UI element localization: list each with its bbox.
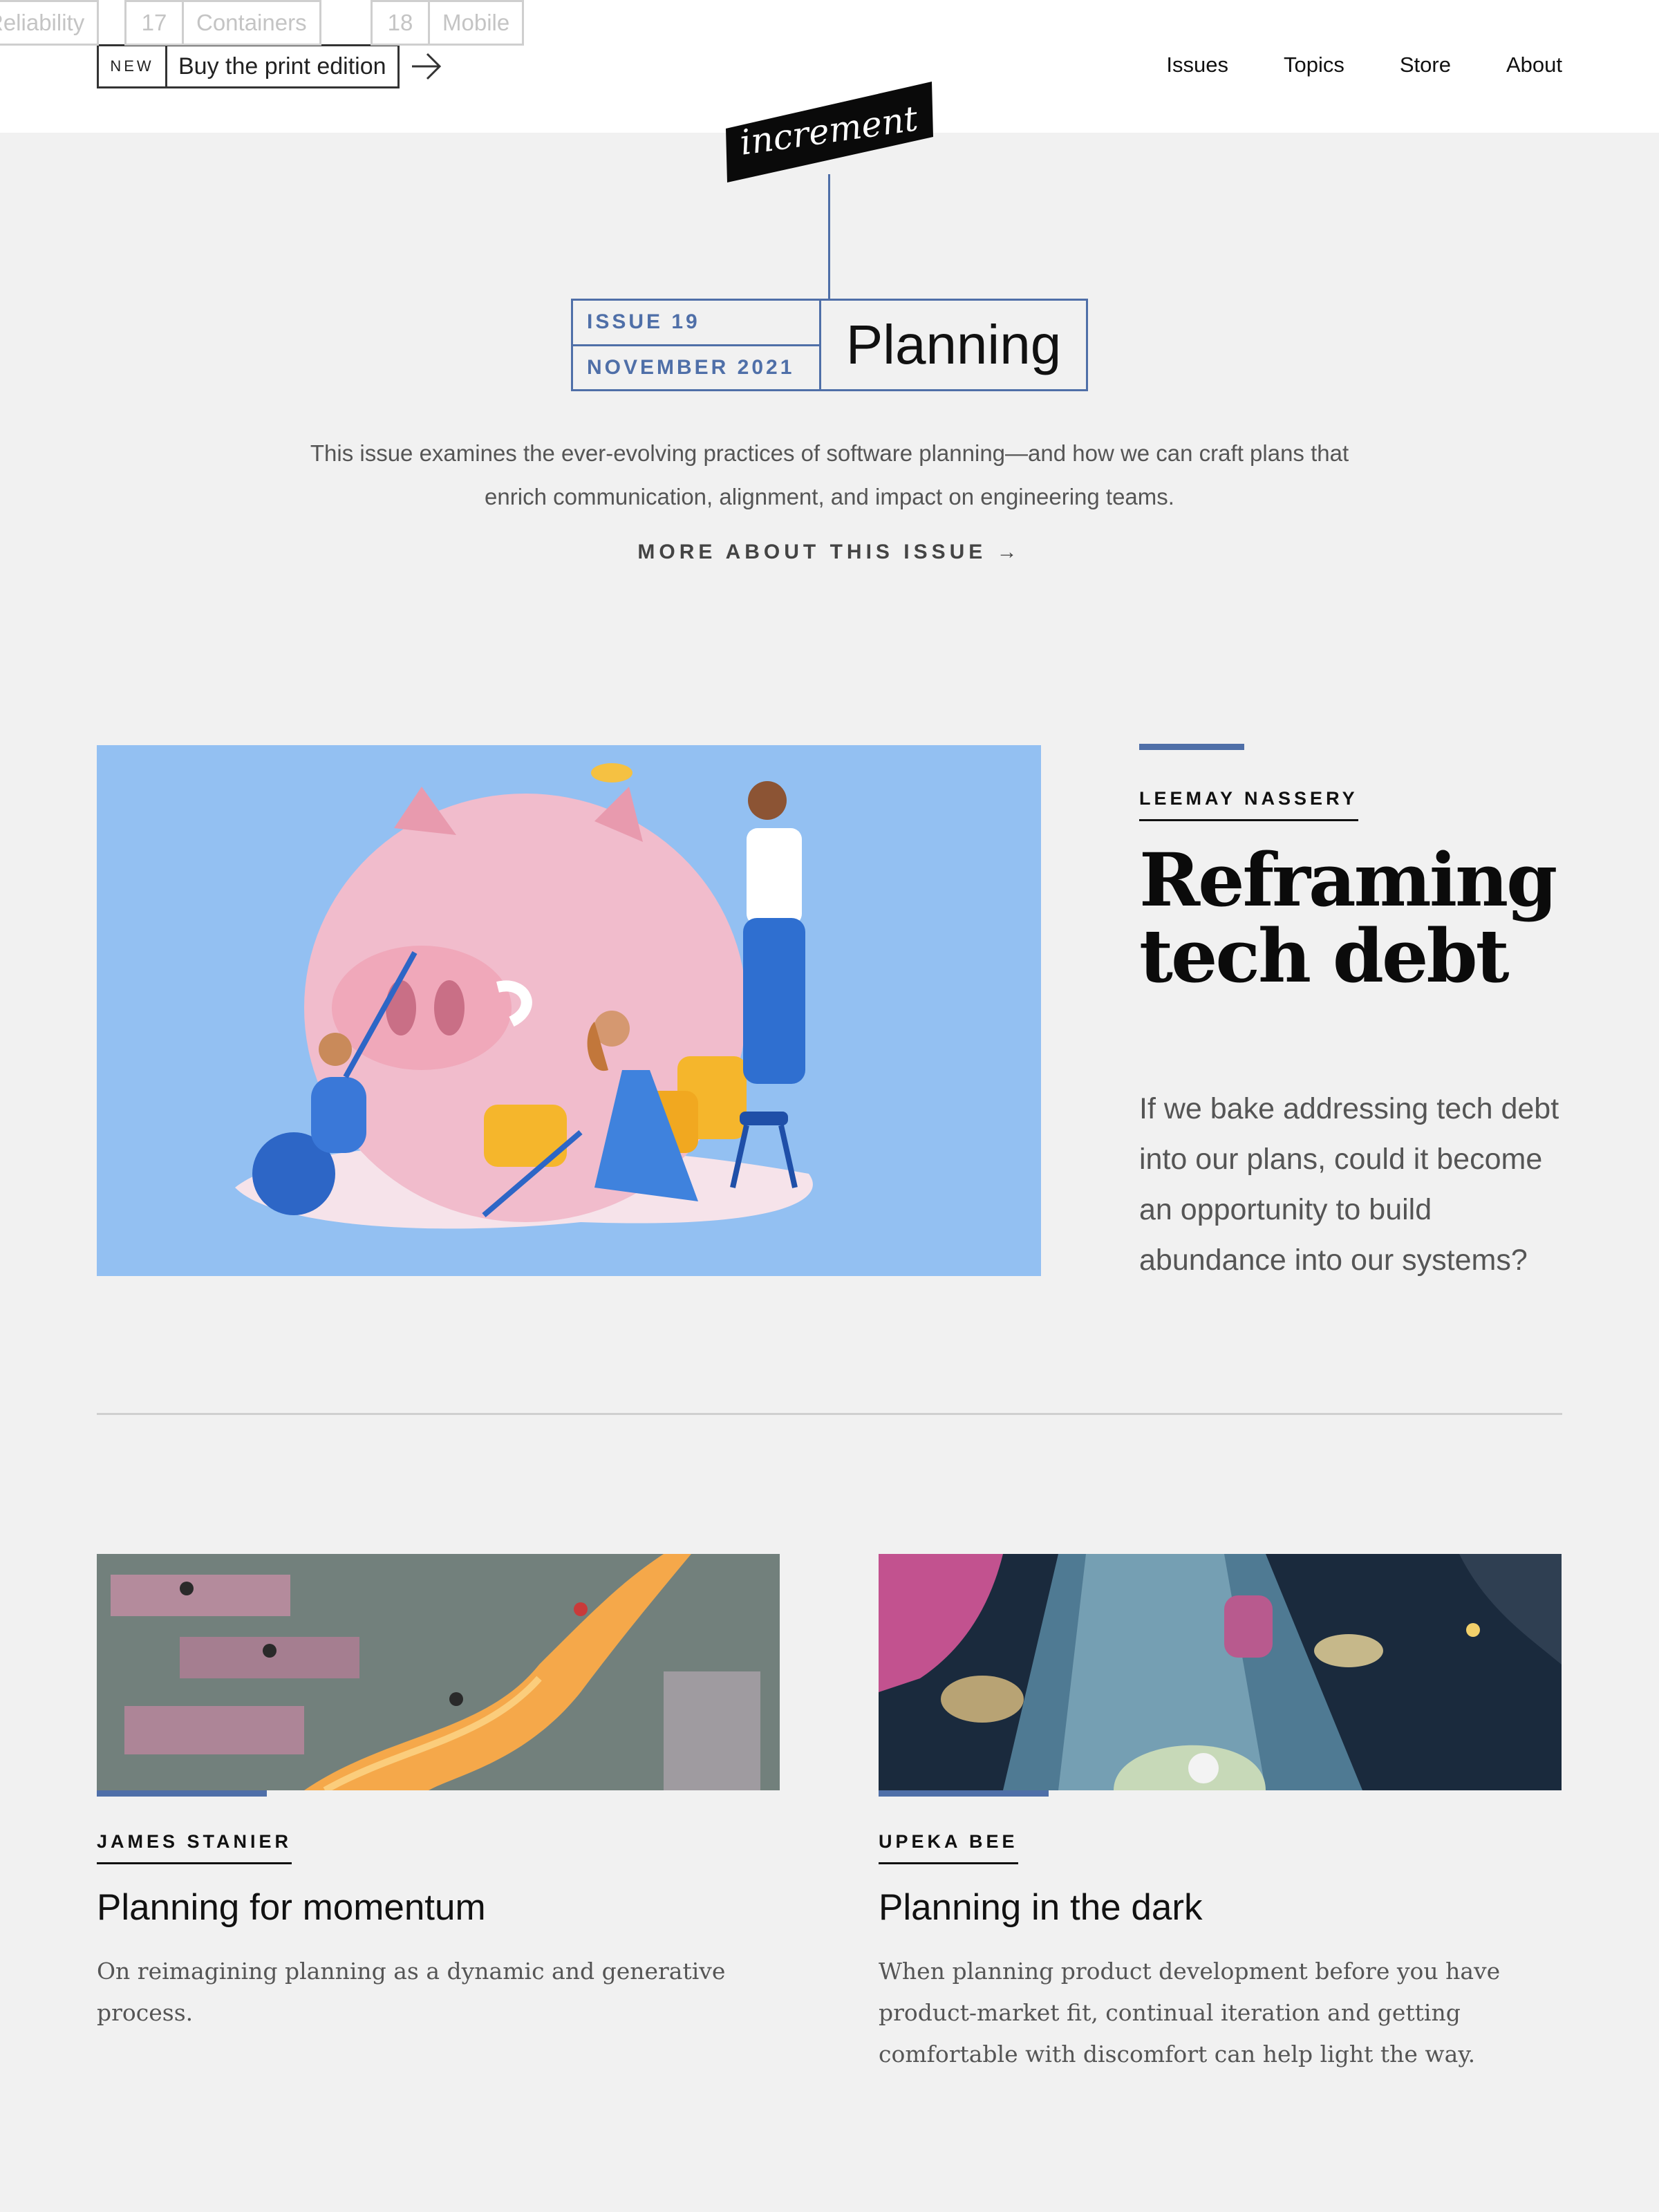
feature-title[interactable]: Reframing tech debt <box>1139 842 1623 994</box>
buy-print-edition-link[interactable]: NEW Buy the print edition <box>97 44 400 88</box>
feature-dek: If we bake addressing tech debt into our… <box>1139 1092 1559 1277</box>
issue-number: ISSUE 19 <box>573 301 819 346</box>
more-about-issue-link[interactable]: MORE ABOUT THIS ISSUE → <box>0 541 1659 564</box>
card-accent-rule <box>879 1790 1049 1797</box>
logo-connector-line <box>828 174 830 300</box>
section-divider <box>97 1413 1562 1415</box>
nav-about[interactable]: About <box>1506 53 1562 77</box>
increment-logo[interactable]: increment <box>719 80 940 184</box>
feature-author[interactable]: LEEMAY NASSERY <box>1139 788 1358 821</box>
card-author[interactable]: JAMES STANIER <box>97 1831 292 1864</box>
arrow-right-icon[interactable] <box>412 52 442 81</box>
buy-print-label: Buy the print edition <box>178 53 386 79</box>
article-card: JAMES STANIER Planning for momentum On r… <box>97 1554 780 2034</box>
nav-topics[interactable]: Topics <box>1284 53 1344 77</box>
feature-illustration[interactable] <box>97 745 1041 1276</box>
issue-tab-17[interactable]: 17 Containers <box>124 0 321 46</box>
card-dek: When planning product development before… <box>879 1958 1501 2068</box>
new-badge: NEW <box>99 46 167 86</box>
issue-description: This issue examines the ever-evolving pr… <box>310 440 1349 509</box>
feature-accent-rule <box>1139 744 1244 750</box>
card-illustration-dark[interactable] <box>879 1554 1562 1790</box>
nav-issues[interactable]: Issues <box>1166 53 1228 77</box>
current-issue-box: ISSUE 19 NOVEMBER 2021 Planning <box>571 299 1088 391</box>
issue-date: NOVEMBER 2021 <box>587 355 795 379</box>
card-dek: On reimagining planning as a dynamic and… <box>97 1958 726 2026</box>
issue-tab-18[interactable]: 18 Mobile <box>371 0 525 46</box>
card-illustration-momentum[interactable] <box>97 1554 780 1790</box>
card-title[interactable]: Planning for momentum <box>97 1886 780 1929</box>
card-title[interactable]: Planning in the dark <box>879 1886 1562 1929</box>
issue-title: Planning <box>845 314 1062 375</box>
card-author[interactable]: UPEKA BEE <box>879 1831 1018 1864</box>
issue-tab-reliability[interactable]: Reliability <box>0 0 100 46</box>
nav-store[interactable]: Store <box>1400 53 1451 77</box>
article-card: UPEKA BEE Planning in the dark When plan… <box>879 1554 1562 2075</box>
main-nav: Issues Topics Store About <box>1166 53 1562 77</box>
card-accent-rule <box>97 1790 267 1797</box>
